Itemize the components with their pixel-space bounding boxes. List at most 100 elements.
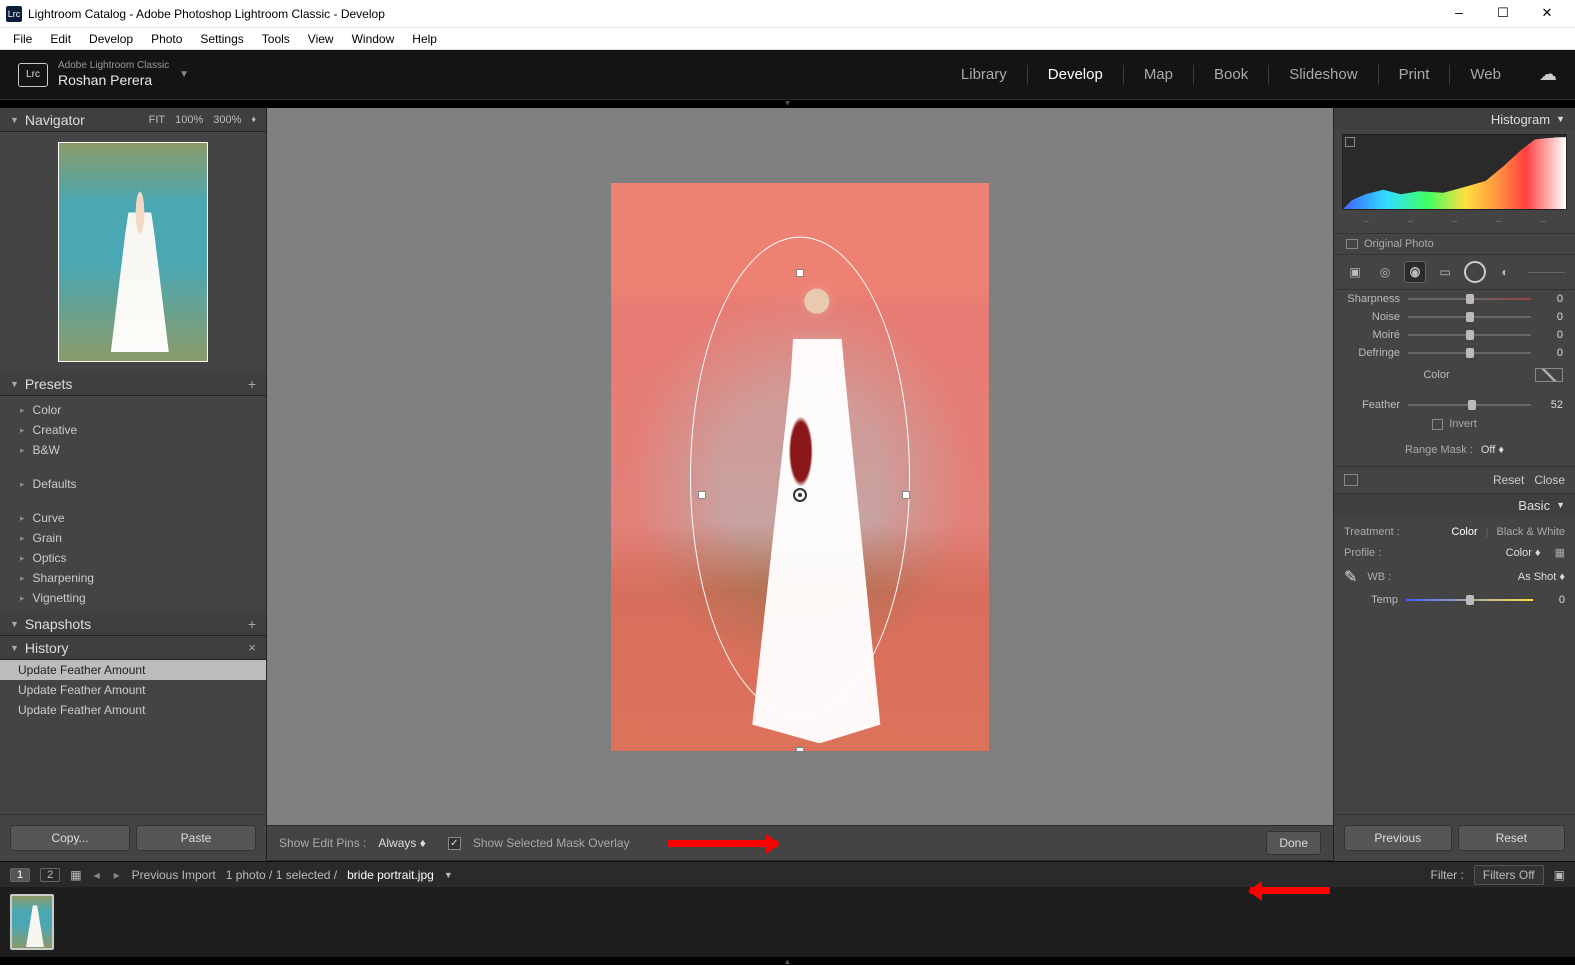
radial-filter-outline[interactable]: [690, 236, 910, 716]
minimize-button[interactable]: —: [1437, 0, 1481, 28]
spot-tool-icon[interactable]: ◎: [1374, 261, 1396, 283]
photo-preview[interactable]: [611, 183, 989, 751]
canvas-area[interactable]: [267, 108, 1333, 825]
previous-button[interactable]: Previous: [1344, 825, 1452, 851]
clear-history-icon[interactable]: ×: [248, 640, 256, 655]
menu-tools[interactable]: Tools: [253, 30, 299, 48]
clipping-shadow-icon[interactable]: [1345, 137, 1355, 147]
module-slideshow[interactable]: Slideshow: [1269, 63, 1377, 87]
module-print[interactable]: Print: [1379, 63, 1450, 87]
eyedropper-icon[interactable]: ✎: [1344, 567, 1357, 587]
next-arrow-icon[interactable]: ▸: [112, 868, 122, 882]
edit-pins-dropdown[interactable]: Always ♦: [378, 836, 425, 850]
preset-group[interactable]: Creative: [0, 420, 266, 440]
mask-close-button[interactable]: Close: [1534, 473, 1565, 487]
redeye-tool-icon[interactable]: ◉: [1404, 261, 1426, 283]
zoom-300[interactable]: 300%: [213, 114, 241, 126]
resize-handle[interactable]: [796, 269, 804, 277]
zoom-100[interactable]: 100%: [175, 114, 203, 126]
menu-develop[interactable]: Develop: [80, 30, 142, 48]
brush-tool-icon[interactable]: ◐: [1494, 261, 1516, 283]
view-mode-1[interactable]: 1: [10, 868, 30, 882]
moiré-slider[interactable]: Moiré0: [1334, 326, 1575, 344]
close-button[interactable]: ✕: [1525, 0, 1569, 28]
zoom-fit[interactable]: FIT: [149, 114, 166, 126]
crop-tool-icon[interactable]: ▣: [1344, 261, 1366, 283]
preset-group[interactable]: Grain: [0, 528, 266, 548]
grid-icon[interactable]: ▦: [1555, 546, 1565, 559]
resize-handle[interactable]: [698, 491, 706, 499]
presets-header[interactable]: ▼ Presets +: [0, 372, 266, 396]
color-picker-row[interactable]: Color: [1334, 362, 1575, 388]
preset-group[interactable]: Curve: [0, 508, 266, 528]
original-photo-toggle[interactable]: Original Photo: [1334, 233, 1575, 255]
module-map[interactable]: Map: [1124, 63, 1193, 87]
prev-arrow-icon[interactable]: ◂: [92, 868, 102, 882]
basic-header[interactable]: Basic▼: [1334, 494, 1575, 516]
history-header[interactable]: ▼ History ×: [0, 636, 266, 660]
profile-row[interactable]: Profile : Color ♦ ▦: [1344, 542, 1565, 563]
module-web[interactable]: Web: [1450, 63, 1521, 87]
resize-handle[interactable]: [902, 491, 910, 499]
resize-handle[interactable]: [796, 747, 804, 751]
filmstrip-thumbnail[interactable]: [10, 894, 54, 950]
add-preset-icon[interactable]: +: [248, 376, 256, 392]
navigator-header[interactable]: ▼ Navigator FIT 100% 300% ♦: [0, 108, 266, 132]
noise-slider[interactable]: Noise0: [1334, 308, 1575, 326]
paste-button[interactable]: Paste: [136, 825, 256, 851]
histogram-header[interactable]: Histogram▼: [1334, 108, 1575, 130]
add-snapshot-icon[interactable]: +: [248, 616, 256, 632]
feather-slider[interactable]: Feather 52: [1334, 396, 1575, 414]
user-name[interactable]: Roshan Perera: [58, 72, 169, 89]
menu-help[interactable]: Help: [403, 30, 446, 48]
reset-button[interactable]: Reset: [1458, 825, 1566, 851]
cloud-sync-icon[interactable]: ☁: [1539, 64, 1557, 85]
filename[interactable]: bride portrait.jpg: [347, 868, 434, 882]
range-mask-dropdown[interactable]: Range Mask : Off ♦: [1334, 434, 1575, 466]
amount-slider[interactable]: [1528, 272, 1565, 273]
graduated-tool-icon[interactable]: ▭: [1434, 261, 1456, 283]
menu-photo[interactable]: Photo: [142, 30, 191, 48]
menu-view[interactable]: View: [299, 30, 343, 48]
history-item[interactable]: Update Feather Amount: [0, 700, 266, 720]
grid-view-icon[interactable]: ▦: [70, 868, 81, 882]
module-book[interactable]: Book: [1194, 63, 1268, 87]
mask-reset-button[interactable]: Reset: [1493, 473, 1524, 487]
preset-group[interactable]: Defaults: [0, 474, 266, 494]
temp-slider[interactable]: Temp 0: [1344, 591, 1565, 609]
history-item[interactable]: Update Feather Amount: [0, 680, 266, 700]
filmstrip[interactable]: [0, 887, 1575, 957]
source-label[interactable]: Previous Import: [132, 868, 216, 882]
mask-overlay-checkbox[interactable]: ✓: [448, 837, 461, 850]
menu-edit[interactable]: Edit: [41, 30, 80, 48]
preset-group[interactable]: Optics: [0, 548, 266, 568]
radial-tool-icon[interactable]: [1464, 261, 1486, 283]
history-item[interactable]: Update Feather Amount: [0, 660, 266, 680]
color-swatch-icon[interactable]: [1535, 368, 1563, 382]
sharpness-slider[interactable]: Sharpness0: [1334, 290, 1575, 308]
snapshots-header[interactable]: ▼ Snapshots +: [0, 612, 266, 636]
filter-lock-icon[interactable]: ▣: [1554, 868, 1565, 882]
maximize-button[interactable]: ☐: [1481, 0, 1525, 28]
invert-checkbox[interactable]: Invert: [1334, 414, 1575, 434]
menu-settings[interactable]: Settings: [191, 30, 252, 48]
edit-pin[interactable]: [793, 488, 807, 502]
filename-caret-icon[interactable]: ▼: [444, 870, 453, 880]
preset-group[interactable]: Color: [0, 400, 266, 420]
done-button[interactable]: Done: [1266, 831, 1321, 855]
toggle-panel-icon[interactable]: [1344, 474, 1358, 486]
view-mode-2[interactable]: 2: [40, 868, 60, 882]
menu-window[interactable]: Window: [343, 30, 404, 48]
treatment-row[interactable]: Treatment : Color | Black & White: [1344, 522, 1565, 542]
preset-group[interactable]: Vignetting: [0, 588, 266, 608]
module-develop[interactable]: Develop: [1028, 63, 1123, 87]
filter-dropdown[interactable]: Filters Off: [1474, 865, 1544, 885]
preset-group[interactable]: Sharpening: [0, 568, 266, 588]
defringe-slider[interactable]: Defringe0: [1334, 344, 1575, 362]
histogram-display[interactable]: [1342, 134, 1567, 210]
navigator-preview[interactable]: [0, 132, 266, 372]
module-library[interactable]: Library: [941, 63, 1027, 87]
menu-file[interactable]: File: [4, 30, 41, 48]
zoom-caret-icon[interactable]: ♦: [251, 114, 256, 126]
copy-button[interactable]: Copy...: [10, 825, 130, 851]
